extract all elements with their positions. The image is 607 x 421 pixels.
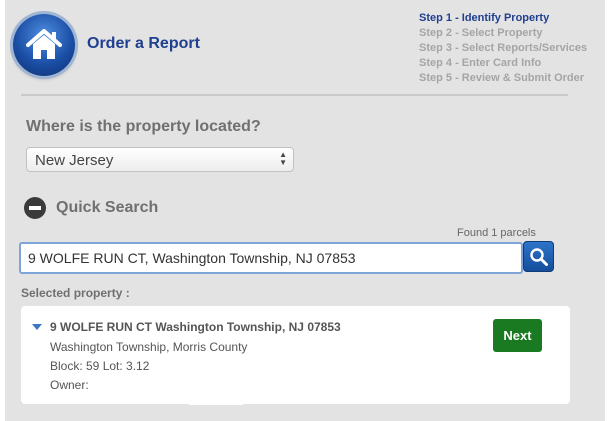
state-select[interactable]: New Jersey ▲ ▼: [26, 147, 294, 172]
property-address: 9 WOLFE RUN CT Washington Township, NJ 0…: [50, 320, 341, 334]
select-arrows-icon: ▲ ▼: [279, 150, 287, 167]
next-button[interactable]: Next: [493, 319, 542, 352]
quick-search-label: Quick Search: [56, 199, 159, 216]
home-logo: [13, 14, 75, 76]
selected-property-label: Selected property :: [21, 286, 130, 300]
step-list: Step 1 - Identify Property Step 2 - Sele…: [419, 11, 587, 86]
step-2: Step 2 - Select Property: [419, 27, 543, 39]
header-divider: [21, 94, 568, 96]
found-count: Found 1 parcels: [457, 227, 536, 239]
property-owner: Owner:: [50, 378, 89, 392]
home-icon: [26, 29, 62, 59]
address-search-input[interactable]: [19, 242, 523, 274]
state-select-value: New Jersey: [35, 152, 114, 169]
step-5: Step 5 - Review & Submit Order: [419, 72, 585, 84]
page-title: Order a Report: [87, 35, 200, 52]
property-municipality: Washington Township, Morris County: [50, 340, 248, 354]
expand-triangle-icon[interactable]: [32, 324, 42, 330]
minus-circle-icon[interactable]: [24, 197, 46, 219]
search-button[interactable]: [523, 241, 554, 272]
step-4: Step 4 - Enter Card Info: [419, 57, 542, 69]
step-3: Step 3 - Select Reports/Services: [419, 42, 588, 54]
step-1: Step 1 - Identify Property: [419, 12, 550, 24]
selected-property-card: 9 WOLFE RUN CT Washington Township, NJ 0…: [21, 306, 570, 404]
location-question: Where is the property located?: [26, 118, 261, 135]
card-edge: [189, 403, 243, 405]
search-icon: [530, 248, 548, 266]
property-block-lot: Block: 59 Lot: 3.12: [50, 359, 150, 373]
